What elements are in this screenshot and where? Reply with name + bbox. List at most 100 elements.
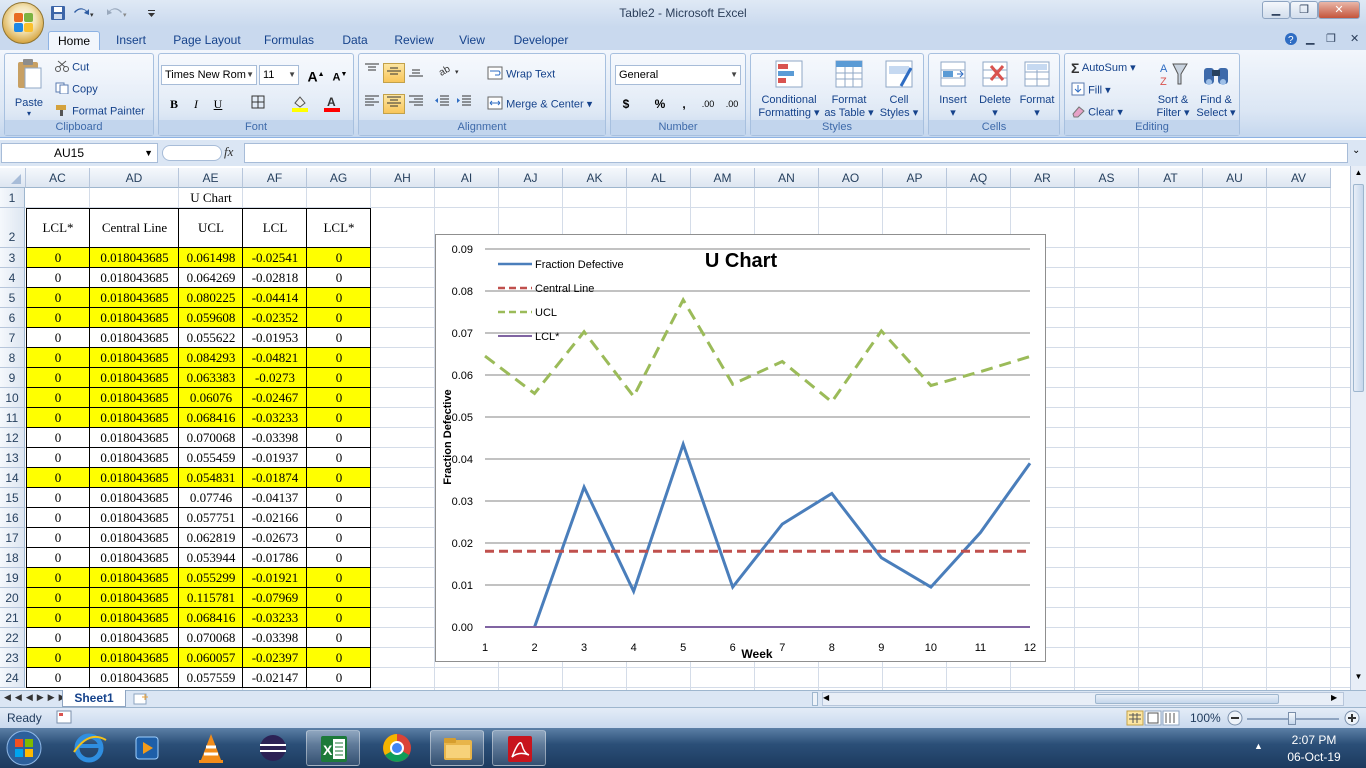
- tab-formulas[interactable]: Formulas: [258, 31, 320, 50]
- column-header[interactable]: AR: [1011, 168, 1075, 188]
- table-header-cell[interactable]: LCL*: [26, 208, 90, 248]
- taskbar-chrome[interactable]: [370, 730, 424, 766]
- table-cell[interactable]: 0: [307, 508, 371, 528]
- orientation-button[interactable]: ab ▾: [437, 63, 465, 83]
- zoom-slider-thumb[interactable]: [1288, 712, 1296, 725]
- table-cell[interactable]: -0.03233: [243, 408, 307, 428]
- font-color-button[interactable]: A: [321, 94, 343, 114]
- table-cell[interactable]: 0.018043685: [90, 288, 179, 308]
- table-cell[interactable]: -0.07969: [243, 588, 307, 608]
- scroll-right-icon[interactable]: ▶: [1331, 693, 1341, 705]
- table-cell[interactable]: 0: [307, 388, 371, 408]
- table-cell[interactable]: 0: [307, 568, 371, 588]
- row-header[interactable]: 19: [0, 568, 25, 588]
- table-cell[interactable]: 0: [307, 648, 371, 668]
- table-cell[interactable]: -0.04414: [243, 288, 307, 308]
- table-cell[interactable]: -0.02352: [243, 308, 307, 328]
- column-header[interactable]: AI: [435, 168, 499, 188]
- table-cell[interactable]: -0.03233: [243, 608, 307, 628]
- table-cell[interactable]: 0.070068: [179, 428, 243, 448]
- zoom-level[interactable]: 100%: [1190, 711, 1221, 725]
- column-header[interactable]: AS: [1075, 168, 1139, 188]
- table-cell[interactable]: 0.018043685: [90, 488, 179, 508]
- ribbon-restore-icon[interactable]: ❐: [1326, 32, 1336, 45]
- fill-color-button[interactable]: [289, 94, 311, 114]
- taskbar-media-player[interactable]: [120, 730, 174, 766]
- merge-center-button[interactable]: Merge & Center ▾: [487, 96, 592, 113]
- table-cell[interactable]: -0.04137: [243, 488, 307, 508]
- table-cell[interactable]: 0: [307, 628, 371, 648]
- tab-insert[interactable]: Insert: [108, 31, 154, 50]
- table-cell[interactable]: 0.018043685: [90, 248, 179, 268]
- row-header[interactable]: 24: [0, 668, 25, 688]
- vertical-scroll-thumb[interactable]: [1353, 184, 1364, 392]
- table-cell[interactable]: 0.018043685: [90, 648, 179, 668]
- table-cell[interactable]: 0: [307, 428, 371, 448]
- column-header[interactable]: AO: [819, 168, 883, 188]
- align-middle-button[interactable]: [383, 63, 405, 83]
- column-header[interactable]: AG: [307, 168, 371, 188]
- table-cell[interactable]: -0.02397: [243, 648, 307, 668]
- number-format-combo[interactable]: General ▼: [615, 65, 741, 85]
- table-cell[interactable]: 0.06076: [179, 388, 243, 408]
- scroll-down-icon[interactable]: ▼: [1352, 672, 1365, 686]
- conditional-formatting-button[interactable]: Conditional Formatting ▾: [755, 58, 823, 120]
- table-cell[interactable]: 0: [26, 328, 90, 348]
- chart-legend-label[interactable]: UCL: [535, 307, 557, 319]
- table-cell[interactable]: 0.018043685: [90, 388, 179, 408]
- table-cell[interactable]: -0.01937: [243, 448, 307, 468]
- column-header[interactable]: AH: [371, 168, 435, 188]
- align-bottom-button[interactable]: [405, 63, 427, 83]
- taskbar-excel[interactable]: X: [306, 730, 360, 766]
- increase-indent-button[interactable]: [453, 94, 475, 114]
- row-header[interactable]: 6: [0, 308, 25, 328]
- sheet-tab-sheet1[interactable]: Sheet1: [62, 690, 126, 707]
- table-cell[interactable]: 0.064269: [179, 268, 243, 288]
- table-cell[interactable]: 0: [307, 548, 371, 568]
- increase-decimal-button[interactable]: .00: [697, 94, 719, 114]
- table-cell[interactable]: 0: [26, 308, 90, 328]
- clock-time[interactable]: 2:07 PM: [1276, 733, 1352, 747]
- table-cell[interactable]: 0.018043685: [90, 568, 179, 588]
- table-cell[interactable]: 0.018043685: [90, 668, 179, 688]
- table-cell[interactable]: 0: [26, 248, 90, 268]
- row-header[interactable]: 12: [0, 428, 25, 448]
- insert-cells-button[interactable]: Insert ▾: [933, 58, 973, 120]
- chart-title[interactable]: U Chart: [705, 250, 778, 272]
- table-cell[interactable]: 0: [26, 448, 90, 468]
- tab-view[interactable]: View: [452, 31, 492, 50]
- row-header[interactable]: 20: [0, 588, 25, 608]
- column-header[interactable]: AL: [627, 168, 691, 188]
- table-cell[interactable]: 0: [26, 508, 90, 528]
- table-cell[interactable]: -0.02673: [243, 528, 307, 548]
- table-cell[interactable]: 0: [26, 488, 90, 508]
- row-header[interactable]: 7: [0, 328, 25, 348]
- table-cell[interactable]: 0.115781: [179, 588, 243, 608]
- italic-button[interactable]: I: [185, 94, 207, 114]
- table-cell[interactable]: 0: [26, 568, 90, 588]
- table-cell[interactable]: 0.059608: [179, 308, 243, 328]
- row-header[interactable]: 10: [0, 388, 25, 408]
- align-top-button[interactable]: [361, 63, 383, 83]
- table-cell[interactable]: 0: [307, 588, 371, 608]
- scroll-up-icon[interactable]: ▲: [1352, 168, 1365, 182]
- sort-filter-button[interactable]: AZ Sort & Filter ▾: [1153, 58, 1193, 120]
- table-cell[interactable]: 0: [307, 668, 371, 688]
- column-header[interactable]: AT: [1139, 168, 1203, 188]
- table-cell[interactable]: 0: [307, 248, 371, 268]
- minimize-button[interactable]: ▁: [1262, 1, 1290, 19]
- row-header[interactable]: 22: [0, 628, 25, 648]
- chart-legend-label[interactable]: Fraction Defective: [535, 259, 624, 271]
- table-cell[interactable]: -0.01921: [243, 568, 307, 588]
- table-cell[interactable]: 0.063383: [179, 368, 243, 388]
- underline-button[interactable]: U: [207, 94, 229, 114]
- formula-input[interactable]: [244, 143, 1348, 163]
- align-left-button[interactable]: [361, 94, 383, 114]
- row-header[interactable]: 21: [0, 608, 25, 628]
- column-header[interactable]: AF: [243, 168, 307, 188]
- start-button[interactable]: [4, 729, 44, 767]
- table-cell[interactable]: 0: [26, 548, 90, 568]
- table-cell[interactable]: -0.0273: [243, 368, 307, 388]
- table-cell[interactable]: 0.018043685: [90, 588, 179, 608]
- row-header[interactable]: 17: [0, 528, 25, 548]
